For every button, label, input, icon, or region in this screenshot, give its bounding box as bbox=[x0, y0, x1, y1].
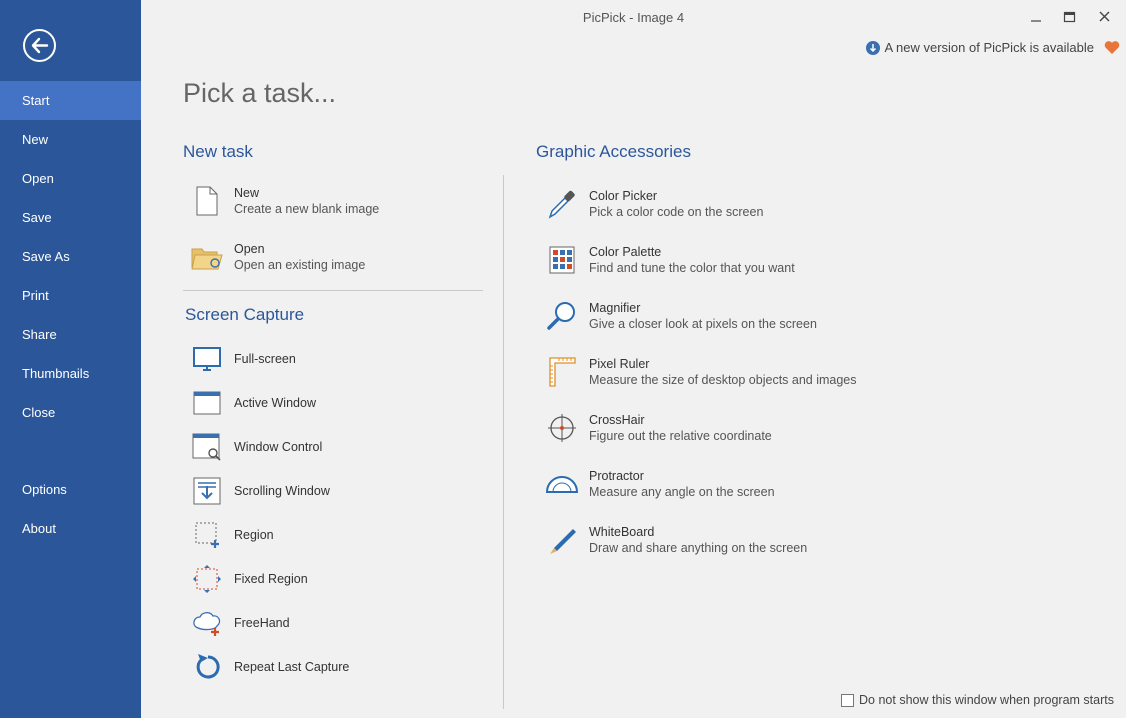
open-folder-icon bbox=[190, 240, 224, 274]
task-description: Pick a color code on the screen bbox=[589, 205, 764, 219]
task-label: WhiteBoard bbox=[589, 525, 655, 539]
sidebar-item-start[interactable]: Start bbox=[0, 81, 141, 120]
tool-whiteboard[interactable]: WhiteBoard Draw and share anything on th… bbox=[545, 523, 807, 557]
window-magnifier-icon bbox=[190, 430, 224, 464]
new-task-heading: New task bbox=[183, 142, 253, 161]
tool-color-palette[interactable]: Color Palette Find and tune the color th… bbox=[545, 243, 795, 277]
ruler-icon bbox=[545, 355, 579, 389]
task-label: Window Control bbox=[234, 440, 323, 454]
task-label: Protractor bbox=[589, 469, 644, 483]
task-label: New bbox=[234, 186, 260, 200]
blank-document-icon bbox=[190, 184, 224, 218]
sidebar: Start New Open Save Save As Print Share … bbox=[0, 0, 141, 718]
startup-option[interactable]: Do not show this window when program sta… bbox=[841, 693, 1114, 707]
minimize-icon[interactable] bbox=[1021, 6, 1051, 28]
sidebar-item-about[interactable]: About bbox=[0, 509, 141, 548]
crosshair-icon bbox=[545, 411, 579, 445]
task-label: Color Palette bbox=[589, 245, 662, 259]
task-description: Create a new blank image bbox=[234, 202, 380, 216]
graphic-accessories-heading: Graphic Accessories bbox=[536, 142, 691, 161]
palette-grid-icon bbox=[545, 243, 579, 277]
sidebar-item-save-as[interactable]: Save As bbox=[0, 237, 141, 276]
dont-show-label: Do not show this window when program sta… bbox=[859, 693, 1114, 707]
sidebar-item-thumbnails[interactable]: Thumbnails bbox=[0, 354, 141, 393]
heart-icon[interactable] bbox=[1104, 40, 1120, 60]
pen-icon bbox=[545, 523, 579, 557]
window-icon bbox=[190, 386, 224, 420]
task-description: Open an existing image bbox=[234, 258, 366, 272]
task-label: Scrolling Window bbox=[234, 484, 330, 498]
task-new[interactable]: New Create a new blank image bbox=[190, 184, 379, 218]
sidebar-item-open[interactable]: Open bbox=[0, 159, 141, 198]
monitor-icon bbox=[190, 342, 224, 376]
sidebar-item-save[interactable]: Save bbox=[0, 198, 141, 237]
tool-crosshair[interactable]: CrossHair Figure out the relative coordi… bbox=[545, 411, 772, 445]
task-label: Full-screen bbox=[234, 352, 296, 366]
tool-color-picker[interactable]: Color Picker Pick a color code on the sc… bbox=[545, 187, 763, 221]
sidebar-item-options[interactable]: Options bbox=[0, 470, 141, 509]
back-arrow-icon[interactable] bbox=[23, 29, 56, 62]
magnifier-icon bbox=[545, 299, 579, 333]
sidebar-item-print[interactable]: Print bbox=[0, 276, 141, 315]
capture-region[interactable]: Region bbox=[190, 518, 274, 552]
update-notice-text[interactable]: A new version of PicPick is available bbox=[884, 40, 1094, 55]
capture-freehand[interactable]: FreeHand bbox=[190, 606, 290, 640]
capture-active-window[interactable]: Active Window bbox=[190, 386, 316, 420]
update-notice[interactable]: A new version of PicPick is available bbox=[866, 40, 1094, 55]
dont-show-checkbox[interactable] bbox=[841, 693, 855, 707]
capture-repeat-last[interactable]: Repeat Last Capture bbox=[190, 650, 349, 684]
tool-pixel-ruler[interactable]: Pixel Ruler Measure the size of desktop … bbox=[545, 355, 857, 389]
sidebar-item-close[interactable]: Close bbox=[0, 393, 141, 432]
capture-full-screen[interactable]: Full-screen bbox=[190, 342, 296, 376]
task-description: Give a closer look at pixels on the scre… bbox=[589, 317, 817, 331]
close-icon[interactable] bbox=[1089, 6, 1119, 28]
section-divider bbox=[183, 290, 483, 291]
protractor-icon bbox=[545, 467, 579, 501]
task-description: Measure the size of desktop objects and … bbox=[589, 373, 857, 387]
window-title: PicPick - Image 4 bbox=[582, 10, 685, 25]
screen-capture-heading: Screen Capture bbox=[185, 305, 305, 324]
freehand-lasso-icon bbox=[190, 606, 224, 640]
sidebar-item-new[interactable]: New bbox=[0, 120, 141, 159]
tool-magnifier[interactable]: Magnifier Give a closer look at pixels o… bbox=[545, 299, 817, 333]
task-label: Fixed Region bbox=[234, 572, 308, 586]
download-icon bbox=[866, 40, 881, 55]
task-label: CrossHair bbox=[589, 413, 645, 427]
task-open[interactable]: Open Open an existing image bbox=[190, 240, 365, 274]
capture-fixed-region[interactable]: Fixed Region bbox=[190, 562, 308, 596]
scroll-down-icon bbox=[190, 474, 224, 508]
task-label: Color Picker bbox=[589, 189, 658, 203]
page-title: Pick a task... bbox=[183, 78, 337, 108]
capture-scrolling-window[interactable]: Scrolling Window bbox=[190, 474, 330, 508]
column-divider bbox=[503, 175, 504, 709]
task-label: Pixel Ruler bbox=[589, 357, 650, 371]
task-label: Repeat Last Capture bbox=[234, 660, 350, 674]
task-label: Open bbox=[234, 242, 265, 256]
task-label: Active Window bbox=[234, 396, 316, 410]
task-description: Measure any angle on the screen bbox=[589, 485, 775, 499]
capture-window-control[interactable]: Window Control bbox=[190, 430, 322, 464]
task-label: FreeHand bbox=[234, 616, 290, 630]
repeat-arrow-icon bbox=[190, 650, 224, 684]
task-description: Figure out the relative coordinate bbox=[589, 429, 772, 443]
fixed-region-icon bbox=[190, 562, 224, 596]
sidebar-item-share[interactable]: Share bbox=[0, 315, 141, 354]
task-label: Region bbox=[234, 528, 274, 542]
task-description: Find and tune the color that you want bbox=[589, 261, 795, 275]
tool-protractor[interactable]: Protractor Measure any angle on the scre… bbox=[545, 467, 775, 501]
task-description: Draw and share anything on the screen bbox=[589, 541, 808, 555]
maximize-icon[interactable] bbox=[1054, 6, 1084, 28]
region-select-icon bbox=[190, 518, 224, 552]
task-label: Magnifier bbox=[589, 301, 641, 315]
eyedropper-icon bbox=[545, 187, 579, 221]
